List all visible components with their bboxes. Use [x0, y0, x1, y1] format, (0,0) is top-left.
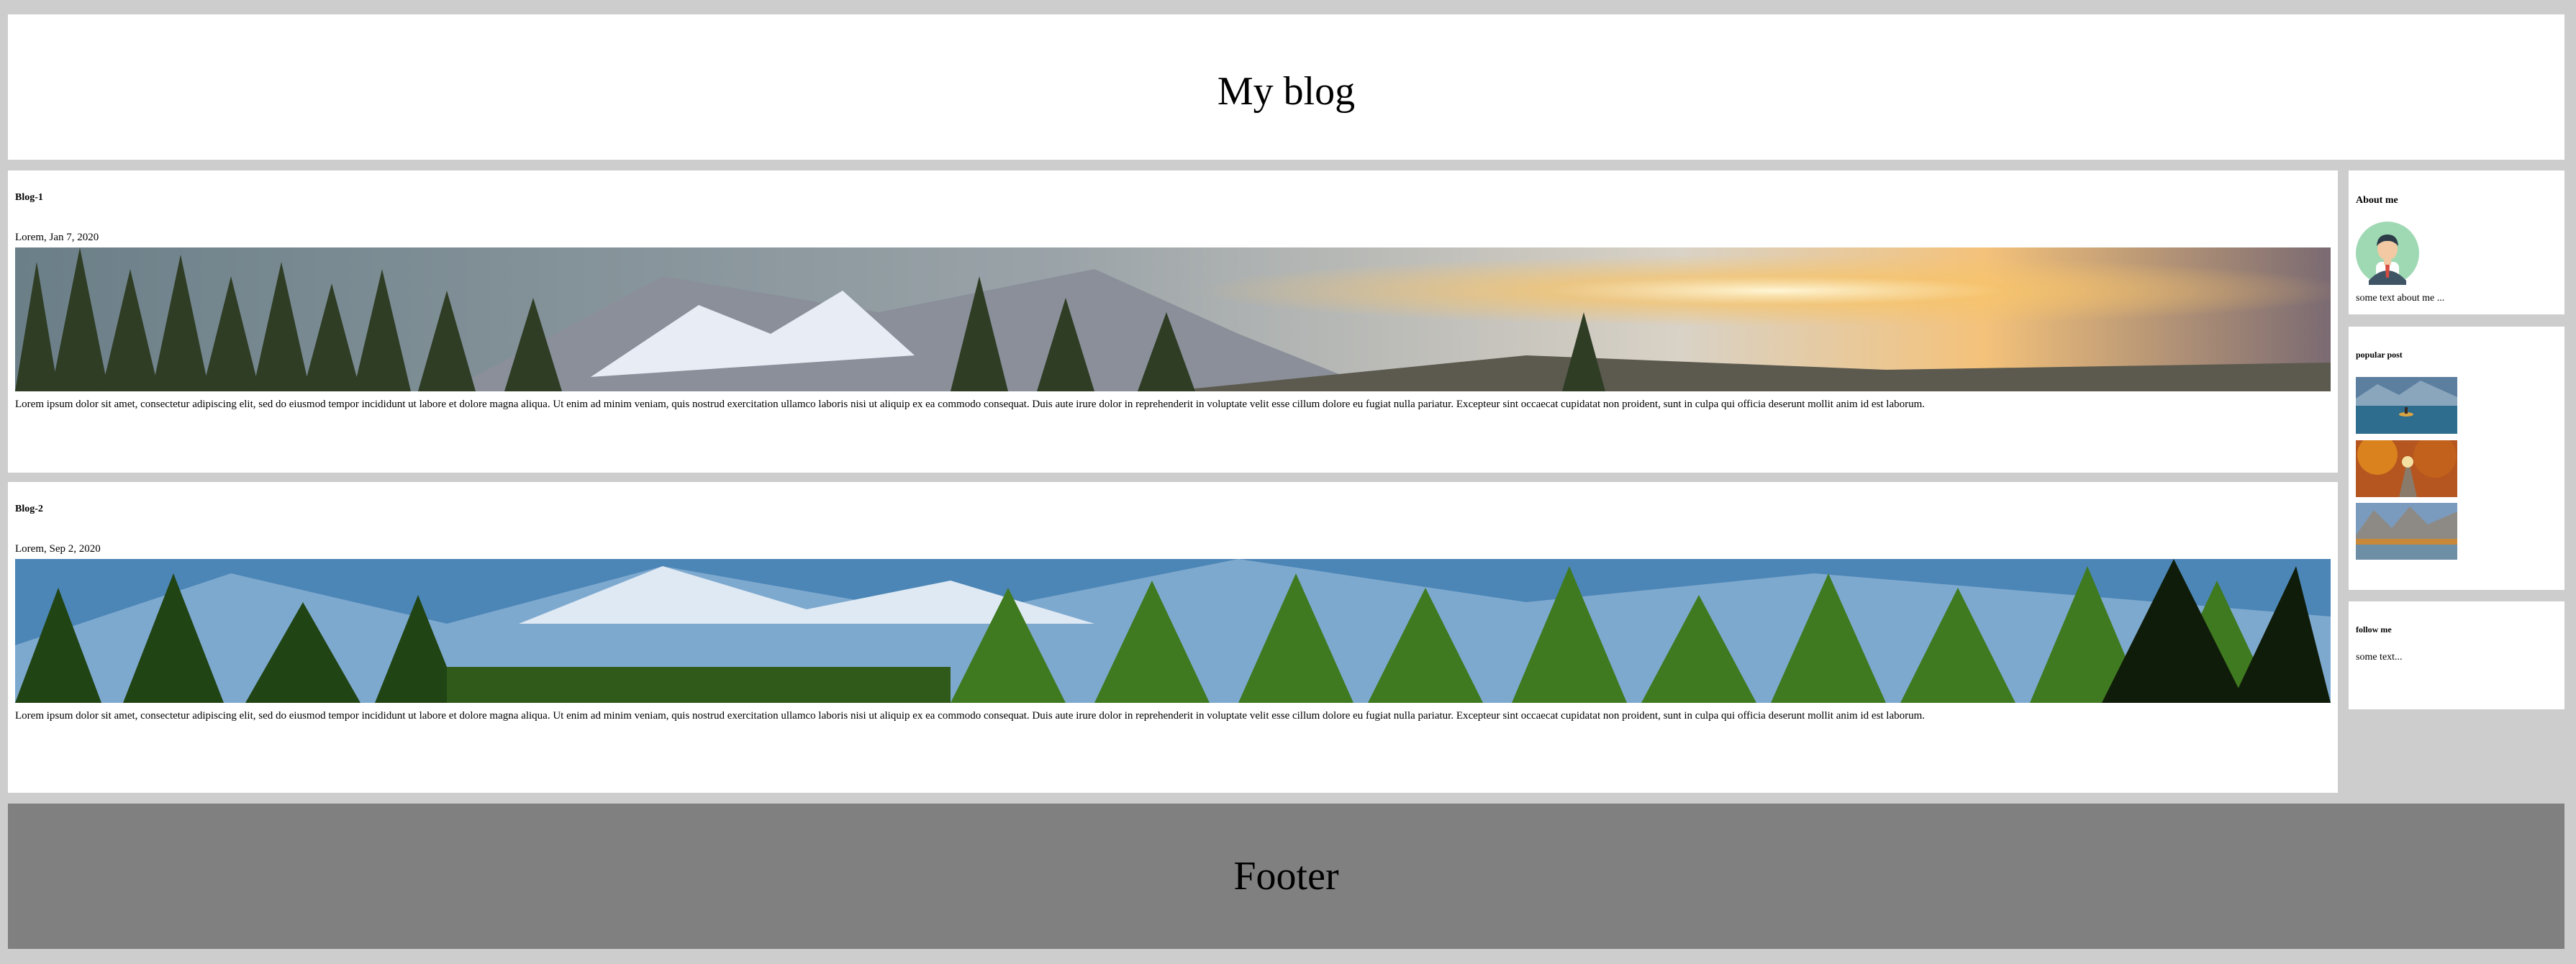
- about-me-card: About me some text about me ...: [2349, 170, 2564, 314]
- popular-post-card: popular post: [2349, 327, 2564, 590]
- post-date: Lorem, Jan 7, 2020: [15, 232, 99, 243]
- follow-me-card: follow me some text...: [2349, 601, 2564, 709]
- post-title[interactable]: Blog-2: [15, 504, 43, 515]
- popular-heading: popular post: [2356, 350, 2403, 360]
- about-text: some text about me ...: [2356, 293, 2445, 304]
- post-banner-image: [15, 247, 2331, 391]
- footer-title: Footer: [1233, 854, 1339, 899]
- post-body: Lorem ipsum dolor sit amet, consectetur …: [15, 710, 1926, 722]
- popular-post-thumbnail[interactable]: [2356, 440, 2457, 497]
- blog-post-1: Blog-1 Lorem, Jan 7, 2020 Lorem ipsum do…: [8, 170, 2338, 473]
- post-banner-image: [15, 559, 2331, 703]
- post-date: Lorem, Sep 2, 2020: [15, 543, 101, 555]
- follow-text: some text...: [2356, 652, 2403, 663]
- page-header: My blog: [8, 14, 2564, 160]
- blog-post-2: Blog-2 Lorem, Sep 2, 2020 Lorem ipsum do…: [8, 482, 2338, 793]
- follow-heading: follow me: [2356, 624, 2392, 635]
- post-title[interactable]: Blog-1: [15, 192, 43, 204]
- popular-post-thumbnail[interactable]: [2356, 503, 2457, 560]
- avatar-icon: [2356, 222, 2419, 285]
- post-body: Lorem ipsum dolor sit amet, consectetur …: [15, 399, 1926, 410]
- about-heading: About me: [2356, 195, 2398, 206]
- page-title: My blog: [1217, 69, 1356, 114]
- page-footer: Footer: [8, 804, 2564, 949]
- popular-post-thumbnail[interactable]: [2356, 377, 2457, 434]
